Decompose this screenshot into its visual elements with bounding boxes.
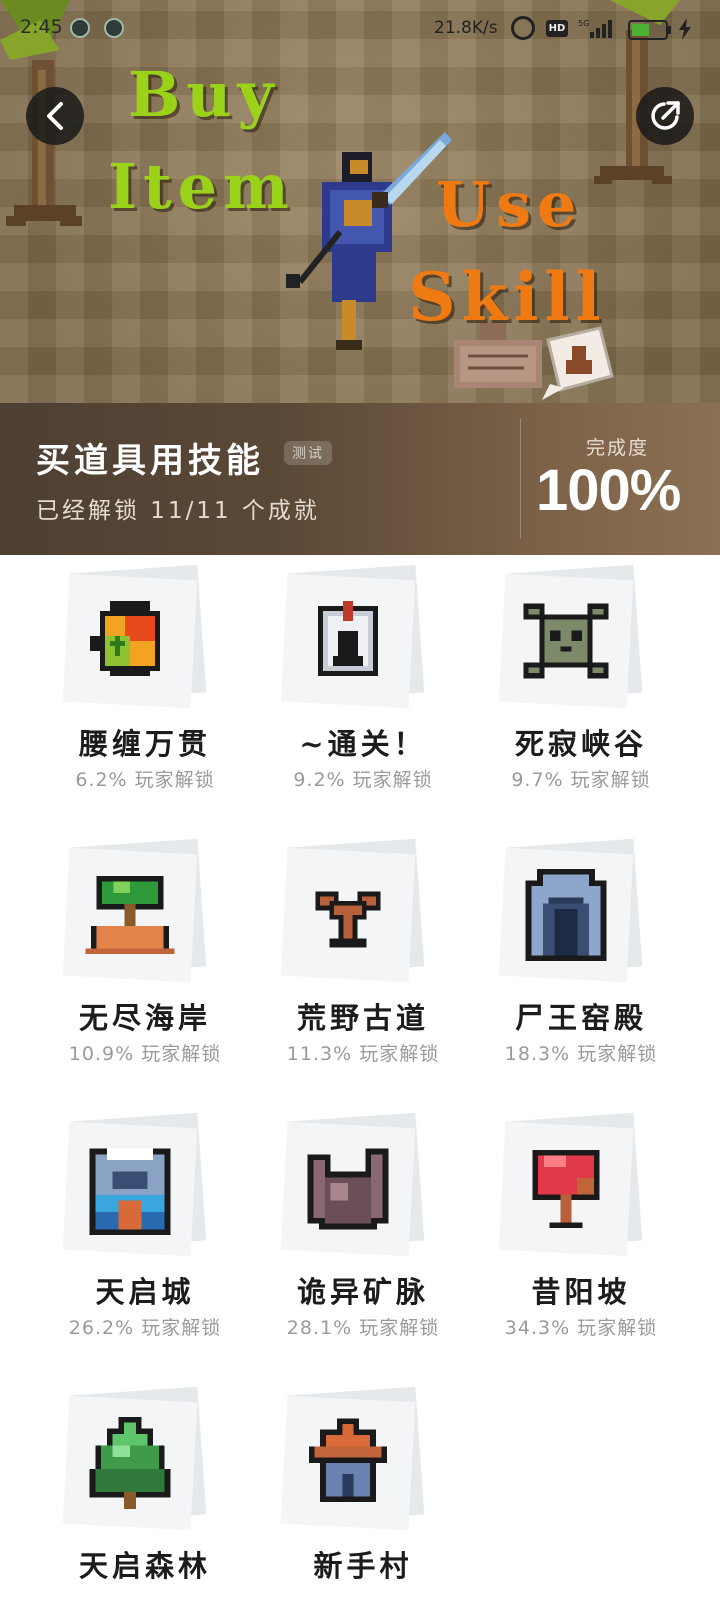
- achievement-name: 无尽海岸: [78, 1001, 211, 1035]
- castle-gate-icon: [68, 1127, 192, 1251]
- achievement-card[interactable]: 天启城 26.2% 玩家解锁: [52, 1112, 272, 1357]
- battery-icon: [628, 20, 668, 40]
- pine-tree-icon: [68, 1401, 192, 1525]
- rock-crystal-icon: [286, 1127, 410, 1251]
- knight-helmet-icon: [286, 579, 410, 703]
- achievement-percent: 34.3% 玩家解锁: [504, 1317, 658, 1339]
- share-button[interactable]: [636, 87, 694, 145]
- game-info-panel: 买道具用技能 测试 已经解锁 11/11 个成就 完成度 100%: [0, 403, 720, 555]
- network-type-label: 5G: [578, 19, 589, 28]
- achievement-name: 天启森林: [78, 1549, 211, 1583]
- share-icon: [651, 101, 680, 130]
- achievement-card[interactable]: ~通关！ 9.2% 玩家解锁: [270, 564, 490, 809]
- hd-icon: HD: [546, 20, 568, 37]
- achievement-percent: 11.3% 玩家解锁: [286, 1043, 440, 1065]
- hero-banner: Buy Item Use Skill 2:45 21.8K/s HD 5G: [0, 0, 720, 403]
- skull-crossbones-icon: [504, 579, 628, 703]
- achievement-card[interactable]: 荒野古道 11.3% 玩家解锁: [270, 838, 490, 1083]
- achievement-name: 诡异矿脉: [296, 1275, 429, 1309]
- achievement-percent: 6.2% 玩家解锁: [75, 769, 215, 791]
- achievement-card[interactable]: 无尽海岸 10.9% 玩家解锁: [52, 838, 272, 1083]
- charging-bolt-icon: [679, 18, 691, 40]
- status-bar: 2:45 21.8K/s HD 5G: [0, 0, 720, 58]
- achievement-name: 昔阳坡: [531, 1275, 631, 1309]
- headline-use: Use: [436, 168, 583, 241]
- alarm-icon: [511, 16, 535, 40]
- achievement-percent: 26.2% 玩家解锁: [68, 1317, 222, 1339]
- game-title: 买道具用技能: [36, 441, 264, 481]
- achievement-name: 尸王窑殿: [514, 1001, 647, 1035]
- speech-bubble-icon: [542, 326, 614, 400]
- chevron-left-icon: [47, 102, 63, 130]
- achievement-card[interactable]: 腰缠万贯 6.2% 玩家解锁: [52, 564, 272, 809]
- hut-icon: [286, 1401, 410, 1525]
- achievement-card[interactable]: 诡异矿脉 28.1% 玩家解锁: [270, 1112, 490, 1357]
- network-speed: 21.8K/s: [434, 18, 498, 38]
- signal-icon: 5G: [578, 19, 612, 38]
- achievement-name: 新手村: [313, 1549, 413, 1583]
- achievement-name: 荒野古道: [296, 1001, 429, 1035]
- divider: [520, 419, 521, 539]
- achievement-percent: 18.3% 玩家解锁: [504, 1043, 658, 1065]
- achievement-name: 腰缠万贯: [78, 727, 211, 761]
- completion-label: 完成度: [586, 437, 650, 459]
- headline-buy: Buy: [128, 58, 280, 131]
- red-tree-icon: [504, 1127, 628, 1251]
- app-notification-icon: [104, 18, 124, 38]
- headline-skill: Skill: [408, 258, 607, 336]
- back-button[interactable]: [26, 87, 84, 145]
- stone-archway-icon: [504, 853, 628, 977]
- headline-item: Item: [108, 150, 295, 223]
- test-badge: 测试: [284, 441, 332, 465]
- status-time: 2:45: [20, 16, 63, 38]
- achievement-card[interactable]: 尸王窑殿 18.3% 玩家解锁: [488, 838, 708, 1083]
- dead-tree-icon: [286, 853, 410, 977]
- achievement-name: 天启城: [95, 1275, 195, 1309]
- app-notification-icon: [70, 18, 90, 38]
- achievement-card[interactable]: 死寂峡谷 9.7% 玩家解锁: [488, 564, 708, 809]
- achievement-name: ~通关！: [299, 727, 427, 761]
- unlock-status: 已经解锁 11/11 个成就: [36, 498, 320, 524]
- achievement-percent: 9.2% 玩家解锁: [293, 769, 433, 791]
- achievement-name: 死寂峡谷: [514, 727, 647, 761]
- completion-value: 100%: [536, 458, 681, 523]
- achievement-card[interactable]: 天启森林: [52, 1386, 272, 1600]
- battery-cap: [668, 26, 671, 34]
- achievement-card[interactable]: 昔阳坡 34.3% 玩家解锁: [488, 1112, 708, 1357]
- achievement-percent: 28.1% 玩家解锁: [286, 1317, 440, 1339]
- money-pouch-icon: [68, 579, 192, 703]
- achievement-percent: 9.7% 玩家解锁: [511, 769, 651, 791]
- battery-level: [632, 24, 649, 36]
- achievement-card[interactable]: 新手村: [270, 1386, 490, 1600]
- achievement-percent: 10.9% 玩家解锁: [68, 1043, 222, 1065]
- palm-island-icon: [68, 853, 192, 977]
